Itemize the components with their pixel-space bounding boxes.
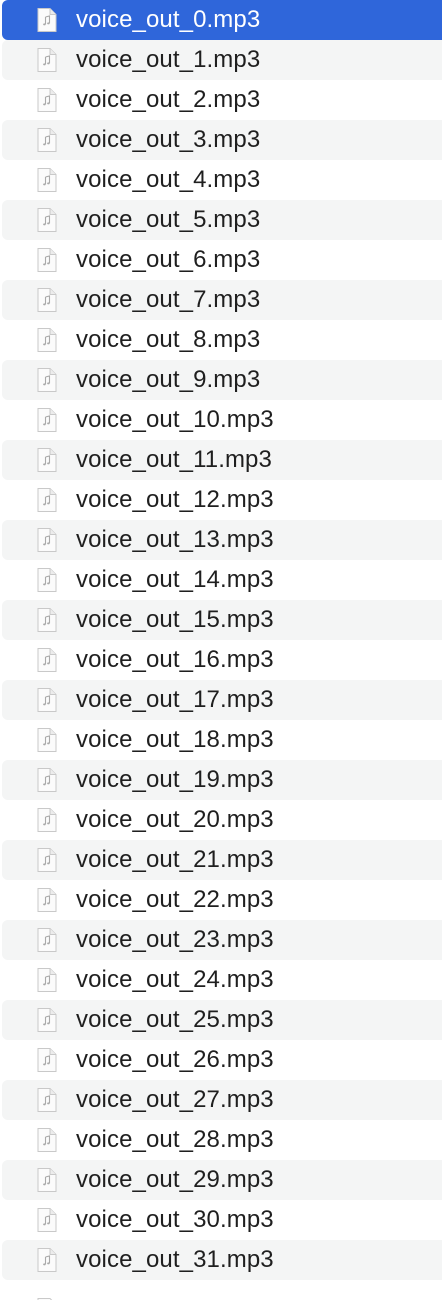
file-name: voice_out_22.mp3 [76, 886, 274, 913]
file-name: voice_out_27.mp3 [76, 1086, 274, 1113]
file-row[interactable]: voice_out_30.mp3 [2, 1200, 442, 1240]
file-name: voice_out_12.mp3 [76, 486, 274, 513]
audio-file-icon [34, 887, 60, 913]
file-name: voice_out_16.mp3 [76, 646, 274, 673]
file-row[interactable]: voice_out_9.mp3 [2, 360, 442, 400]
file-row[interactable]: voice_out_17.mp3 [2, 680, 442, 720]
file-row[interactable]: voice_out_4.mp3 [2, 160, 442, 200]
file-name: voice_out_11.mp3 [76, 446, 272, 473]
file-name: voice_out_5.mp3 [76, 206, 261, 233]
audio-file-icon [34, 247, 60, 273]
audio-file-icon [34, 527, 60, 553]
file-name: voice_out_19.mp3 [76, 766, 274, 793]
file-row[interactable]: voice_out_16.mp3 [2, 640, 442, 680]
file-name: voice_out_28.mp3 [76, 1126, 274, 1153]
audio-file-icon [34, 367, 60, 393]
file-row[interactable]: voice_out_29.mp3 [2, 1160, 442, 1200]
file-row[interactable]: voice_out_10.mp3 [2, 400, 442, 440]
audio-file-icon [34, 727, 60, 753]
audio-file-icon [34, 1207, 60, 1233]
file-name: voice_out_0.mp3 [76, 6, 261, 33]
audio-file-icon [34, 447, 60, 473]
file-name: voice_out_4.mp3 [76, 166, 261, 193]
file-name: voice_out_1.mp3 [76, 46, 261, 73]
file-row[interactable]: voice_out_15.mp3 [2, 600, 442, 640]
audio-file-icon [34, 607, 60, 633]
file-row[interactable]: voice_out_5.mp3 [2, 200, 442, 240]
file-row[interactable]: voice_out_2.mp3 [2, 80, 442, 120]
file-name: voice_out_24.mp3 [76, 966, 274, 993]
file-name: voice_out_21.mp3 [76, 846, 274, 873]
audio-file-icon [34, 807, 60, 833]
audio-file-icon [34, 647, 60, 673]
file-name: voice_out_15.mp3 [76, 606, 274, 633]
file-row[interactable]: voice_out_11.mp3 [2, 440, 442, 480]
file-row[interactable]: voice_out_8.mp3 [2, 320, 442, 360]
file-row[interactable]: voice_out_21.mp3 [2, 840, 442, 880]
file-name: voice_out_13.mp3 [76, 526, 274, 553]
file-row[interactable]: voice_out_13.mp3 [2, 520, 442, 560]
audio-file-icon [34, 927, 60, 953]
audio-file-icon [34, 1247, 60, 1273]
audio-file-icon [34, 127, 60, 153]
file-row[interactable]: voice_out_19.mp3 [2, 760, 442, 800]
file-name: voice_out_14.mp3 [76, 566, 274, 593]
file-row[interactable]: voice_out_1.mp3 [2, 40, 442, 80]
file-row[interactable]: voice_out_7.mp3 [2, 280, 442, 320]
audio-file-icon [34, 847, 60, 873]
audio-file-icon [34, 47, 60, 73]
file-row[interactable]: voice_out_0.mp3 [2, 0, 442, 40]
file-name: voice_out_20.mp3 [76, 806, 274, 833]
file-name: voice_out_30.mp3 [76, 1206, 274, 1233]
audio-file-icon [34, 287, 60, 313]
audio-file-icon [34, 7, 60, 33]
audio-file-icon [34, 1007, 60, 1033]
file-row[interactable]: voice_out_24.mp3 [2, 960, 442, 1000]
audio-file-icon [34, 87, 60, 113]
file-name: voice_out_17.mp3 [76, 686, 274, 713]
file-row[interactable]: voice_out_6.mp3 [2, 240, 442, 280]
file-name: voice_out_25.mp3 [76, 1006, 274, 1033]
file-name: voice_out_26.mp3 [76, 1046, 274, 1073]
file-row[interactable]: voice_out_31.mp3 [2, 1240, 442, 1280]
file-list: voice_out_0.mp3 voice_out_1.mp3 voice_ou… [0, 0, 442, 1300]
file-row[interactable]: voice_out_25.mp3 [2, 1000, 442, 1040]
file-row[interactable]: voice_out_18.mp3 [2, 720, 442, 760]
audio-file-icon [34, 487, 60, 513]
audio-file-icon [34, 1047, 60, 1073]
file-name: voice_out_7.mp3 [76, 286, 261, 313]
file-name: voice_out_3.mp3 [76, 126, 261, 153]
audio-file-icon [34, 687, 60, 713]
file-name: voice_out_10.mp3 [76, 406, 274, 433]
file-row[interactable]: voice_out_12.mp3 [2, 480, 442, 520]
audio-file-icon [34, 967, 60, 993]
file-name: voice_out_18.mp3 [76, 726, 274, 753]
file-row[interactable]: voice_out_3.mp3 [2, 120, 442, 160]
file-name: voice_out_8.mp3 [76, 326, 261, 353]
file-name: voice_out_9.mp3 [76, 366, 261, 393]
audio-file-icon [34, 767, 60, 793]
file-name: voice_out_23.mp3 [76, 926, 274, 953]
file-row[interactable]: voice_out_20.mp3 [2, 800, 442, 840]
audio-file-icon [34, 167, 60, 193]
file-name: voice_out_6.mp3 [76, 246, 261, 273]
audio-file-icon [34, 1127, 60, 1153]
file-name: voice_out_29.mp3 [76, 1166, 274, 1193]
audio-file-icon [34, 207, 60, 233]
file-row[interactable]: voice_out_22.mp3 [2, 880, 442, 920]
audio-file-icon [34, 407, 60, 433]
file-row[interactable]: voice_out_28.mp3 [2, 1120, 442, 1160]
file-row[interactable]: voice_out_14.mp3 [2, 560, 442, 600]
file-row[interactable]: voice_out_26.mp3 [2, 1040, 442, 1080]
file-row[interactable]: voice_out_27.mp3 [2, 1080, 442, 1120]
file-name: voice_out_2.mp3 [76, 86, 261, 113]
file-name: voice_out_31.mp3 [76, 1246, 274, 1273]
file-row[interactable]: voice_out_23.mp3 [2, 920, 442, 960]
audio-file-icon [34, 1167, 60, 1193]
audio-file-icon [34, 567, 60, 593]
audio-file-icon [34, 1087, 60, 1113]
audio-file-icon [34, 327, 60, 353]
file-row-partial [2, 1290, 442, 1300]
